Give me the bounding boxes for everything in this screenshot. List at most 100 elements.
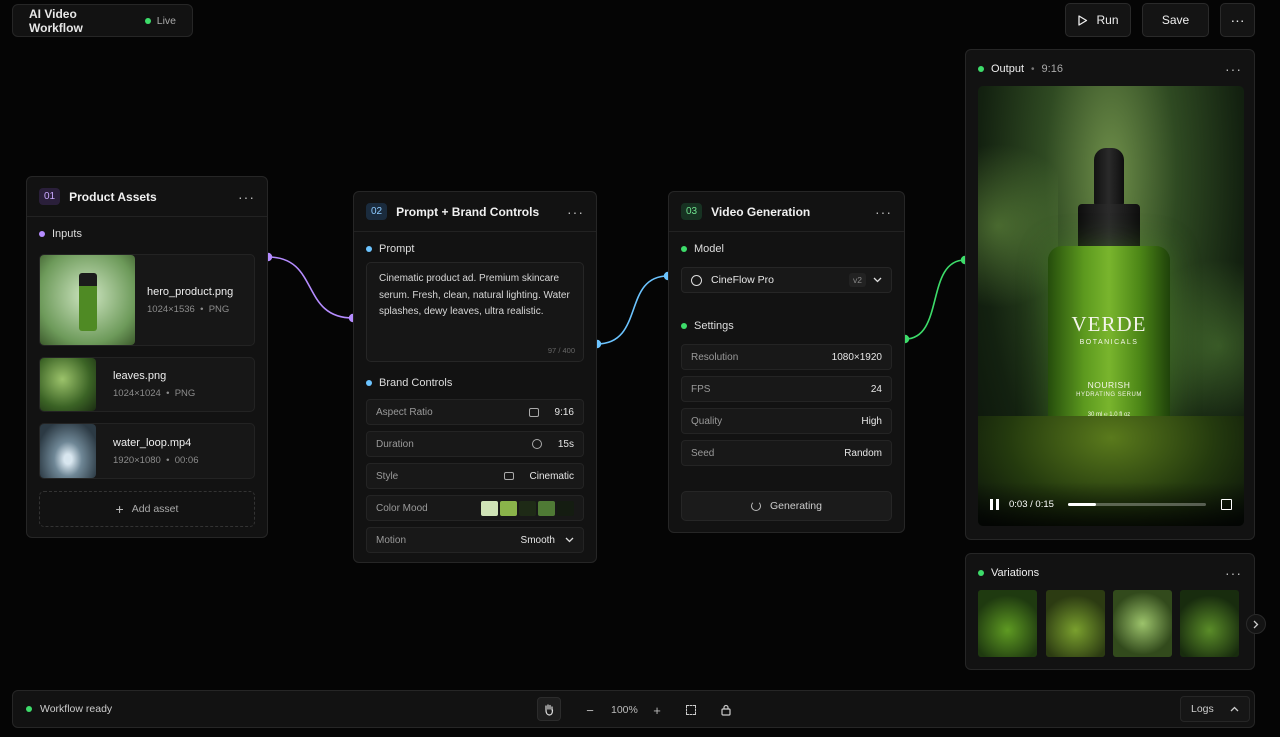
workflow-status: Workflow ready: [40, 703, 113, 715]
node-menu-icon[interactable]: ···: [238, 189, 255, 205]
node-menu-icon[interactable]: ···: [567, 204, 584, 220]
bottle-cap: [1094, 148, 1124, 206]
workflow-status-dot: [26, 706, 32, 712]
add-asset-button[interactable]: + Add asset: [39, 491, 255, 527]
pause-icon[interactable]: [990, 498, 999, 510]
asset-meta: 1920×1080 • 00:06: [113, 454, 199, 466]
color-swatch[interactable]: [557, 500, 574, 516]
node-title: Prompt + Brand Controls: [396, 204, 540, 219]
aspect-ratio-icon: [528, 407, 539, 417]
zoom-level: 100%: [611, 704, 638, 716]
row-label: Color Mood: [376, 502, 428, 514]
variation-thumb[interactable]: [978, 590, 1037, 657]
prompt-node-header[interactable]: 02 Prompt + Brand Controls ···: [354, 192, 596, 232]
prompt-textarea[interactable]: Cinematic product ad. Premium skincare s…: [366, 262, 584, 362]
variations-dot: [978, 570, 984, 576]
variation-thumb[interactable]: [1113, 590, 1172, 657]
quality-row[interactable]: Quality High: [681, 408, 892, 434]
chevron-up-icon: [1230, 706, 1239, 712]
video-progress-bar[interactable]: [1067, 502, 1206, 506]
resolution-row[interactable]: Resolution 1080×1920: [681, 344, 892, 370]
output-panel[interactable]: Output • 9:16 ··· VERDE BOTANICALS NOURI…: [965, 49, 1255, 540]
variations-menu-icon[interactable]: ···: [1225, 565, 1242, 581]
zoom-in-button[interactable]: +: [645, 698, 669, 722]
video-time: 0:03 / 0:15: [1009, 498, 1054, 510]
add-asset-label: Add asset: [131, 503, 179, 515]
variation-thumb[interactable]: [1180, 590, 1239, 657]
bottle-shape: [79, 273, 97, 331]
variations-panel[interactable]: Variations ···: [965, 553, 1255, 670]
settings-label: Settings: [681, 317, 734, 335]
variations-next-button[interactable]: [1246, 614, 1266, 634]
color-swatch[interactable]: [481, 500, 498, 516]
color-swatch[interactable]: [538, 500, 555, 516]
color-swatch[interactable]: [500, 500, 517, 516]
asset-meta: 1024×1536 • PNG: [147, 303, 230, 315]
asset-item[interactable]: leaves.png 1024×1024 • PNG: [39, 357, 255, 412]
variations-header: Variations ···: [966, 554, 1254, 592]
aspect-ratio-row[interactable]: Aspect Ratio 9:16: [366, 399, 584, 425]
plus-icon: +: [115, 501, 124, 517]
lock-icon: [721, 704, 731, 716]
fullscreen-icon[interactable]: [1221, 498, 1232, 510]
asset-item[interactable]: water_loop.mp4 1920×1080 • 00:06: [39, 423, 255, 479]
variation-thumb[interactable]: [1046, 590, 1105, 657]
node-index-badge: 02: [366, 203, 388, 220]
row-label: Duration: [376, 438, 414, 450]
motion-row[interactable]: Motion Smooth: [366, 527, 584, 553]
asset-name: water_loop.mp4: [113, 436, 192, 449]
row-value: 24: [870, 383, 882, 395]
video-preview[interactable]: VERDE BOTANICALS NOURISH HYDRATING SERUM…: [978, 86, 1244, 526]
footer-bar: Workflow ready − 100% + Logs: [12, 690, 1255, 728]
color-mood-row[interactable]: Color Mood: [366, 495, 584, 521]
settings-dot: [681, 323, 687, 329]
model-version: v2: [849, 273, 866, 287]
logs-button[interactable]: Logs: [1180, 696, 1250, 722]
asset-item[interactable]: hero_product.png 1024×1536 • PNG: [39, 254, 255, 346]
node-index-badge: 03: [681, 203, 703, 220]
fps-row[interactable]: FPS 24: [681, 376, 892, 402]
color-swatch[interactable]: [519, 500, 536, 516]
video-controls: 0:03 / 0:15: [978, 482, 1244, 526]
row-label: Aspect Ratio: [376, 406, 433, 418]
row-label: Seed: [691, 447, 715, 459]
asset-meta: 1024×1024 • PNG: [113, 388, 196, 399]
zoom-out-button[interactable]: −: [578, 698, 602, 722]
prompt-node[interactable]: 02 Prompt + Brand Controls ··· Prompt Ci…: [353, 191, 597, 563]
video-generation-node[interactable]: 03 Video Generation ··· Model CineFlow P…: [668, 191, 905, 533]
duration-row[interactable]: Duration 15s: [366, 431, 584, 457]
style-row[interactable]: Style Cinematic: [366, 463, 584, 489]
logs-label: Logs: [1191, 703, 1214, 715]
model-select[interactable]: CineFlow Pro v2: [681, 267, 892, 293]
asset-thumbnail: [40, 424, 96, 478]
prompt-label: Prompt: [366, 240, 414, 258]
fit-view-button[interactable]: [679, 698, 703, 722]
asset-thumbnail: [40, 255, 135, 345]
node-index-badge: 01: [39, 188, 61, 205]
generating-status-button[interactable]: Generating: [681, 491, 892, 521]
video-node-header[interactable]: 03 Video Generation ···: [669, 192, 904, 232]
brand-controls-label: Brand Controls: [366, 374, 452, 392]
row-value: Random: [844, 447, 882, 459]
product-subtitle: HYDRATING SERUM: [1076, 392, 1142, 398]
output-menu-icon[interactable]: ···: [1225, 61, 1242, 77]
row-label: Resolution: [691, 351, 739, 363]
clock-icon: [531, 439, 542, 449]
output-ratio: 9:16: [1041, 63, 1063, 75]
model-name: CineFlow Pro: [711, 274, 775, 286]
row-value: 9:16: [554, 406, 574, 418]
row-value: 15s: [557, 438, 574, 450]
asset-name: hero_product.png: [147, 285, 234, 298]
product-assets-node[interactable]: 01 Product Assets ··· Inputs hero_produc…: [26, 176, 268, 538]
chevron-down-icon: [873, 277, 882, 283]
row-value: High: [861, 415, 882, 427]
product-assets-header[interactable]: 01 Product Assets ···: [27, 177, 267, 217]
pan-tool-button[interactable]: [537, 697, 561, 721]
row-label: Motion: [376, 534, 407, 546]
node-menu-icon[interactable]: ···: [875, 204, 892, 220]
asset-name: leaves.png: [113, 370, 167, 382]
seed-row[interactable]: Seed Random: [681, 440, 892, 466]
lock-button[interactable]: [714, 698, 738, 722]
brand-name: VERDE: [1071, 312, 1147, 336]
prompt-text: Cinematic product ad. Premium skincare s…: [379, 273, 570, 318]
